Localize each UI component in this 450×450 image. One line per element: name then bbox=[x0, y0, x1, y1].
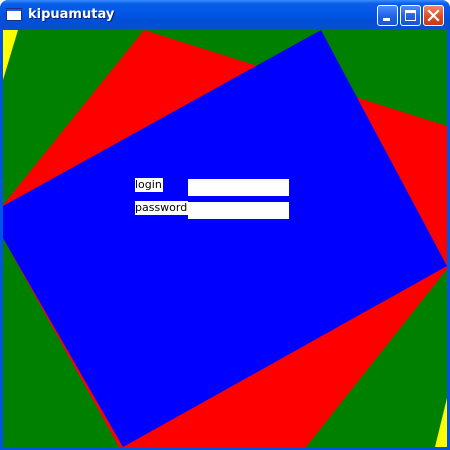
application-window: kipuamutay login password bbox=[0, 0, 450, 450]
login-input[interactable] bbox=[188, 179, 289, 196]
maximize-icon bbox=[405, 10, 416, 21]
minimize-button[interactable] bbox=[377, 5, 398, 26]
password-label: password bbox=[135, 201, 189, 215]
maximize-button[interactable] bbox=[400, 5, 421, 26]
window-app-icon[interactable] bbox=[6, 8, 22, 21]
close-button[interactable] bbox=[423, 5, 444, 26]
login-label: login bbox=[135, 178, 163, 192]
background-canvas bbox=[3, 30, 447, 447]
title-bar[interactable]: kipuamutay bbox=[0, 0, 450, 30]
minimize-icon bbox=[383, 18, 390, 21]
client-area: login password bbox=[3, 30, 447, 447]
password-input[interactable] bbox=[188, 202, 289, 219]
window-title: kipuamutay bbox=[28, 7, 115, 22]
close-icon bbox=[427, 9, 440, 22]
